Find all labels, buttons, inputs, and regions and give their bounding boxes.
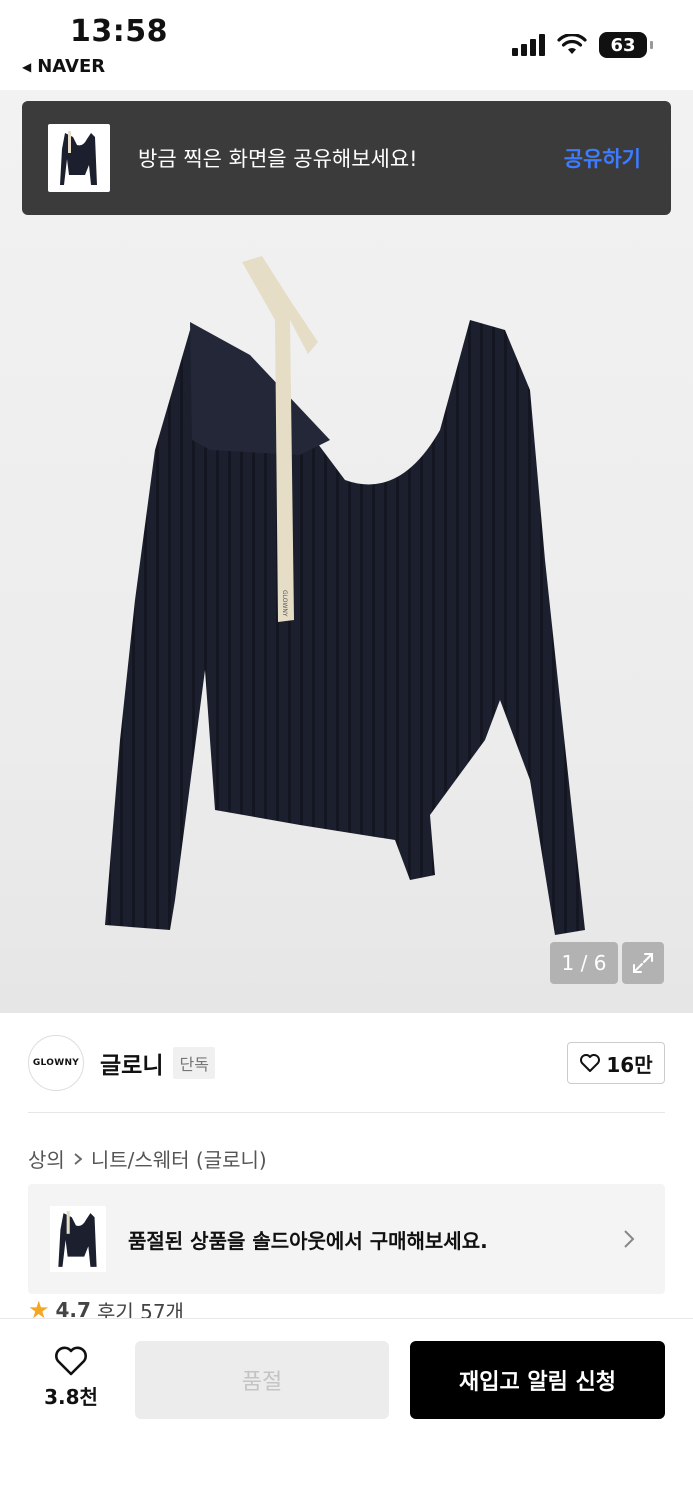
rating-score: 4.7: [55, 1300, 91, 1320]
status-icons: 63: [512, 32, 653, 58]
toast-thumbnail: [48, 124, 110, 192]
heart-icon: [55, 1346, 87, 1376]
wishlist-count: 3.8천: [44, 1385, 98, 1409]
brand-logo[interactable]: GLOWNY: [28, 1035, 84, 1091]
share-button[interactable]: 공유하기: [564, 143, 641, 173]
brand-like-button[interactable]: 16만: [567, 1042, 665, 1084]
soldout-button[interactable]: 품절: [135, 1341, 389, 1419]
banner-text: 품절된 상품을 솔드아웃에서 구매해보세요.: [128, 1228, 488, 1253]
breadcrumb-item-knit[interactable]: 니트/스웨터 (글로니): [91, 1144, 267, 1173]
chevron-right-icon: [624, 1230, 635, 1248]
toast-message: 방금 찍은 화면을 공유해보세요!: [138, 147, 418, 171]
brand-like-count: 16만: [606, 1052, 653, 1077]
bottom-action-bar: 3.8천 품절 재입고 알림 신청: [0, 1318, 693, 1500]
breadcrumb-item-top[interactable]: 상의: [28, 1144, 65, 1173]
back-to-app-button[interactable]: ◀ NAVER: [22, 56, 105, 77]
divider: [28, 1112, 665, 1113]
status-bar: 13:58 ◀ NAVER 63: [0, 0, 693, 90]
share-toast: 방금 찍은 화면을 공유해보세요! 공유하기: [22, 101, 671, 215]
breadcrumb: 상의 니트/스웨터 (글로니): [28, 1144, 267, 1173]
expand-image-button[interactable]: [622, 942, 664, 984]
brand-row: GLOWNY 글로니 단독 16만: [28, 1034, 665, 1092]
expand-icon: [633, 953, 653, 973]
triangle-left-icon: ◀: [22, 59, 32, 74]
rating-row[interactable]: ★ 4.7 후기 57개: [28, 1300, 184, 1320]
battery-indicator: 63: [599, 32, 653, 58]
soldout-shop-banner[interactable]: 품절된 상품을 솔드아웃에서 구매해보세요.: [28, 1184, 665, 1294]
restock-alert-button[interactable]: 재입고 알림 신청: [410, 1341, 665, 1419]
brand-name[interactable]: 글로니: [100, 1046, 163, 1080]
banner-thumbnail: [50, 1206, 106, 1272]
review-count: 후기 57개: [96, 1300, 184, 1320]
image-page-counter: 1 / 6: [550, 942, 618, 984]
back-app-label: NAVER: [37, 56, 106, 77]
star-icon: ★: [28, 1300, 50, 1320]
ribbon-tag-text: GLOWNY: [281, 590, 288, 617]
product-image: GLOWNY: [105, 256, 585, 935]
exclusive-badge: 단독: [173, 1047, 215, 1079]
chevron-right-icon: [74, 1152, 83, 1165]
signal-icon: [512, 34, 545, 56]
wifi-icon: [557, 34, 587, 54]
product-image-gallery[interactable]: GLOWNY 방금 찍은 화면을 공유해보세요! 공유하기 1 / 6: [0, 90, 693, 1013]
heart-icon: [580, 1054, 601, 1072]
status-time: 13:58: [70, 14, 168, 49]
wishlist-button[interactable]: 3.8천: [38, 1345, 104, 1410]
